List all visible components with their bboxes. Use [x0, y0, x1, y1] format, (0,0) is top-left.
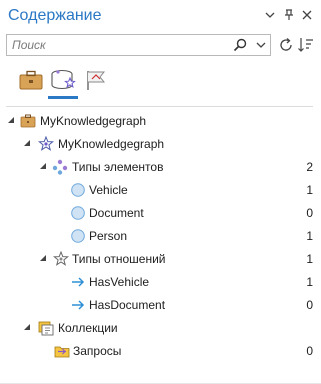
database-star-icon — [51, 69, 76, 90]
expanded-triangle-icon[interactable] — [6, 115, 16, 125]
tabs-divider — [6, 106, 313, 107]
expanded-triangle-icon[interactable] — [38, 253, 48, 263]
item-count: 0 — [306, 298, 313, 312]
tree-item-relationship-types[interactable]: Типы отношений 1 — [0, 248, 321, 270]
item-count: 0 — [306, 344, 313, 358]
tree-item-collections[interactable]: Коллекции — [0, 317, 321, 339]
tree-item-label: Коллекции — [58, 321, 118, 335]
search-box[interactable] — [6, 34, 271, 56]
tree-item-label: MyKnowledgegraph — [58, 137, 165, 151]
tree-item-entity[interactable]: Vehicle 1 — [0, 179, 321, 201]
pane-title: Содержание — [8, 7, 102, 24]
tree-item-label: HasDocument — [89, 298, 166, 312]
relationship-types-icon — [53, 251, 69, 266]
tree-item-label: HasVehicle — [89, 275, 150, 289]
tree-item-entity[interactable]: Document 0 — [0, 202, 321, 224]
knowledge-graph-icon — [20, 114, 36, 128]
entity-circle-icon — [71, 183, 85, 197]
item-count: 1 — [306, 183, 313, 197]
tree-item-relationship[interactable]: HasDocument 0 — [0, 294, 321, 316]
chevron-down-icon[interactable] — [255, 38, 267, 52]
tree-item-label: MyKnowledgegraph — [40, 114, 147, 128]
query-folder-icon — [54, 346, 70, 358]
sort-icon — [298, 38, 313, 52]
entity-circle-icon — [71, 206, 85, 220]
pin-button[interactable] — [282, 8, 296, 22]
pane-menu-button[interactable] — [263, 8, 277, 22]
tree-item-label: Типы элементов — [72, 160, 164, 174]
star-network-icon — [38, 136, 54, 151]
tree-item-label: Person — [89, 229, 128, 243]
expanded-triangle-icon[interactable] — [38, 161, 48, 171]
item-count: 1 — [306, 229, 313, 243]
active-tab-indicator — [48, 96, 78, 99]
tree-item-label: Vehicle — [89, 183, 128, 197]
tree-item-relationship[interactable]: HasVehicle 1 — [0, 271, 321, 293]
item-count: 2 — [306, 160, 313, 174]
tree-item-entity[interactable]: Person 1 — [0, 225, 321, 247]
entity-circle-icon — [71, 229, 85, 243]
tab-links[interactable] — [82, 64, 112, 96]
chevron-down-icon — [265, 12, 275, 18]
entity-types-icon — [52, 159, 68, 175]
tree-item-label: Запросы — [73, 344, 122, 358]
tree-item-entity-types[interactable]: Типы элементов 2 — [0, 156, 321, 178]
refresh-icon — [280, 38, 292, 51]
collections-icon — [38, 321, 54, 336]
arrow-right-icon — [72, 300, 85, 310]
tree-item-root[interactable]: MyKnowledgegraph — [0, 110, 321, 132]
item-count: 1 — [306, 275, 313, 289]
pin-icon — [285, 9, 293, 20]
search-icon[interactable] — [233, 38, 247, 52]
sort-button[interactable] — [297, 35, 315, 55]
close-button[interactable] — [300, 8, 314, 22]
refresh-button[interactable] — [277, 35, 295, 55]
tab-cards[interactable] — [16, 64, 46, 96]
expanded-triangle-icon[interactable] — [22, 138, 32, 148]
item-count: 0 — [306, 206, 313, 220]
tree-item-graph[interactable]: MyKnowledgegraph — [0, 133, 321, 155]
briefcase-icon — [19, 70, 43, 90]
expanded-triangle-icon[interactable] — [22, 322, 32, 332]
close-icon — [302, 10, 312, 20]
flag-link-icon — [87, 71, 106, 90]
tab-database[interactable] — [48, 64, 78, 96]
item-count: 1 — [306, 252, 313, 266]
tree-item-queries[interactable]: Запросы 0 — [0, 340, 321, 362]
tree-item-label: Типы отношений — [72, 252, 166, 266]
search-input[interactable] — [12, 38, 222, 52]
pane-header: Содержание — [0, 0, 321, 34]
tree-item-label: Document — [89, 206, 144, 220]
arrow-right-icon — [72, 277, 85, 287]
